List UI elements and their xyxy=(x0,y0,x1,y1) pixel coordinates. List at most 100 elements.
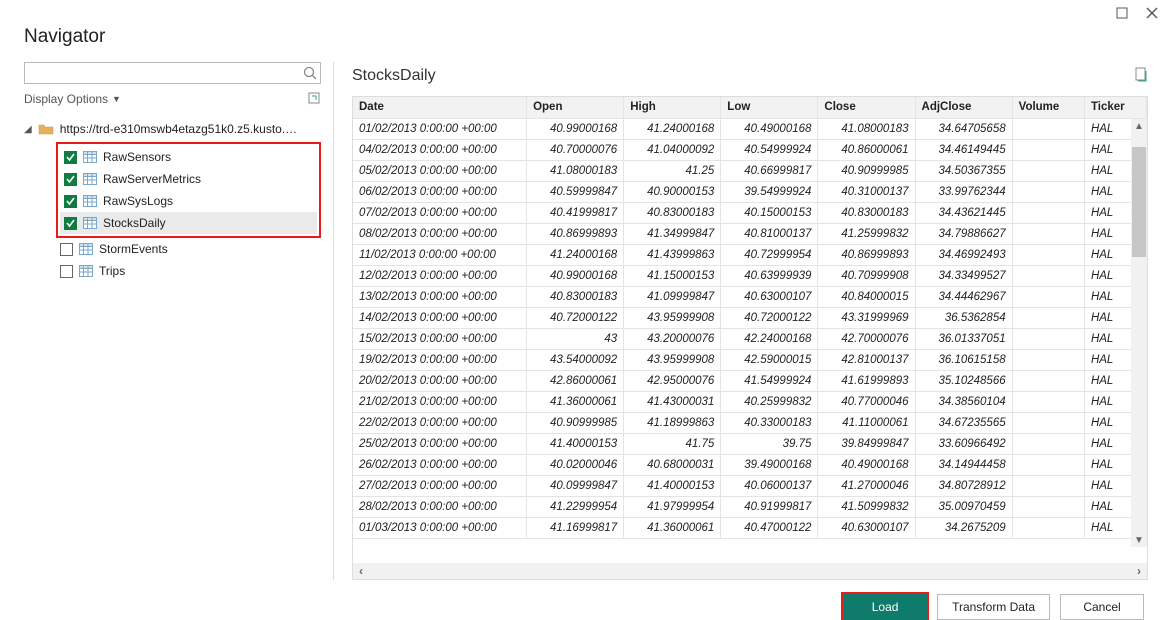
table-row[interactable]: 12/02/2013 0:00:00 +00:0040.9900016841.1… xyxy=(353,265,1147,286)
cell-adjclose: 35.10248566 xyxy=(915,370,1012,391)
cell-date: 27/02/2013 0:00:00 +00:00 xyxy=(353,475,527,496)
cell-close: 41.08000183 xyxy=(818,118,915,139)
maximize-icon[interactable] xyxy=(1116,7,1128,19)
table-row[interactable]: 01/03/2013 0:00:00 +00:0041.1699981741.3… xyxy=(353,517,1147,538)
column-header[interactable]: High xyxy=(624,97,721,118)
table-item-label: RawSensors xyxy=(103,150,171,164)
table-item-trips[interactable]: Trips xyxy=(56,260,321,282)
transform-data-button[interactable]: Transform Data xyxy=(937,594,1050,620)
column-header[interactable]: Ticker xyxy=(1084,97,1146,118)
search-input[interactable] xyxy=(24,62,321,84)
cell-open: 40.99000168 xyxy=(527,118,624,139)
scroll-up-icon[interactable]: ▲ xyxy=(1134,119,1144,133)
cell-volume xyxy=(1012,391,1084,412)
table-row[interactable]: 19/02/2013 0:00:00 +00:0043.5400009243.9… xyxy=(353,349,1147,370)
load-button[interactable]: Load xyxy=(843,594,927,620)
cell-low: 40.63999939 xyxy=(721,265,818,286)
checkbox-icon[interactable] xyxy=(60,243,73,256)
column-header[interactable]: Date xyxy=(353,97,527,118)
table-row[interactable]: 06/02/2013 0:00:00 +00:0040.5999984740.9… xyxy=(353,181,1147,202)
table-row[interactable]: 20/02/2013 0:00:00 +00:0042.8600006142.9… xyxy=(353,370,1147,391)
table-row[interactable]: 14/02/2013 0:00:00 +00:0040.7200012243.9… xyxy=(353,307,1147,328)
cell-date: 06/02/2013 0:00:00 +00:00 xyxy=(353,181,527,202)
cell-volume xyxy=(1012,433,1084,454)
table-row[interactable]: 28/02/2013 0:00:00 +00:0041.2299995441.9… xyxy=(353,496,1147,517)
cell-open: 41.40000153 xyxy=(527,433,624,454)
export-icon[interactable] xyxy=(1134,67,1148,86)
table-row[interactable]: 15/02/2013 0:00:00 +00:004343.2000007642… xyxy=(353,328,1147,349)
cell-date: 20/02/2013 0:00:00 +00:00 xyxy=(353,370,527,391)
cell-open: 41.24000168 xyxy=(527,244,624,265)
cell-open: 42.86000061 xyxy=(527,370,624,391)
cell-volume xyxy=(1012,181,1084,202)
search-icon[interactable] xyxy=(303,66,317,83)
cell-low: 40.33000183 xyxy=(721,412,818,433)
column-header[interactable]: Low xyxy=(721,97,818,118)
cell-high: 43.95999908 xyxy=(624,307,721,328)
table-row[interactable]: 25/02/2013 0:00:00 +00:0041.4000015341.7… xyxy=(353,433,1147,454)
cell-adjclose: 34.50367355 xyxy=(915,160,1012,181)
column-header[interactable]: Volume xyxy=(1012,97,1084,118)
cell-adjclose: 34.64705658 xyxy=(915,118,1012,139)
preview-pane: StocksDaily DateOpenHighLowCloseAdjClose… xyxy=(334,62,1148,580)
scroll-left-icon[interactable]: ‹ xyxy=(355,564,367,578)
cell-date: 04/02/2013 0:00:00 +00:00 xyxy=(353,139,527,160)
cell-date: 28/02/2013 0:00:00 +00:00 xyxy=(353,496,527,517)
table-row[interactable]: 07/02/2013 0:00:00 +00:0040.4199981740.8… xyxy=(353,202,1147,223)
table-row[interactable]: 05/02/2013 0:00:00 +00:0041.0800018341.2… xyxy=(353,160,1147,181)
vertical-scrollbar[interactable]: ▲ ▼ xyxy=(1131,119,1147,547)
table-item-rawservermetrics[interactable]: RawServerMetrics xyxy=(60,168,317,190)
table-row[interactable]: 11/02/2013 0:00:00 +00:0041.2400016841.4… xyxy=(353,244,1147,265)
checkbox-checked-icon[interactable] xyxy=(64,195,77,208)
cell-date: 05/02/2013 0:00:00 +00:00 xyxy=(353,160,527,181)
table-item-stocksdaily[interactable]: StocksDaily xyxy=(60,212,317,234)
refresh-icon[interactable] xyxy=(307,91,321,108)
table-row[interactable]: 04/02/2013 0:00:00 +00:0040.7000007641.0… xyxy=(353,139,1147,160)
preview-title: StocksDaily xyxy=(352,67,436,85)
cell-low: 39.54999924 xyxy=(721,181,818,202)
cell-volume xyxy=(1012,370,1084,391)
display-options-dropdown[interactable]: Display Options ▼ xyxy=(24,92,121,106)
checkbox-checked-icon[interactable] xyxy=(64,151,77,164)
navigator-tree-pane: Display Options ▼ ◢ https://trd-e310mswb… xyxy=(24,62,334,580)
cell-close: 40.49000168 xyxy=(818,454,915,475)
scroll-right-icon[interactable]: › xyxy=(1133,564,1145,578)
cell-close: 42.70000076 xyxy=(818,328,915,349)
cell-adjclose: 34.33499527 xyxy=(915,265,1012,286)
dialog-footer: Load Transform Data Cancel xyxy=(0,580,1166,620)
table-row[interactable]: 08/02/2013 0:00:00 +00:0040.8699989341.3… xyxy=(353,223,1147,244)
table-item-rawsensors[interactable]: RawSensors xyxy=(60,146,317,168)
cell-high: 41.40000153 xyxy=(624,475,721,496)
column-header[interactable]: AdjClose xyxy=(915,97,1012,118)
column-header[interactable]: Close xyxy=(818,97,915,118)
database-node[interactable]: ◢ https://trd-e310mswb4etazg51k0.z5.kust… xyxy=(24,118,321,140)
table-row[interactable]: 27/02/2013 0:00:00 +00:0040.0999984741.4… xyxy=(353,475,1147,496)
horizontal-scrollbar[interactable]: ‹ › xyxy=(353,563,1147,579)
cell-close: 41.25999832 xyxy=(818,223,915,244)
checkbox-checked-icon[interactable] xyxy=(64,217,77,230)
cell-open: 40.90999985 xyxy=(527,412,624,433)
table-row[interactable]: 01/02/2013 0:00:00 +00:0040.9900016841.2… xyxy=(353,118,1147,139)
cell-volume xyxy=(1012,412,1084,433)
table-row[interactable]: 13/02/2013 0:00:00 +00:0040.8300018341.0… xyxy=(353,286,1147,307)
table-row[interactable]: 21/02/2013 0:00:00 +00:0041.3600006141.4… xyxy=(353,391,1147,412)
cell-close: 42.81000137 xyxy=(818,349,915,370)
table-item-stormevents[interactable]: StormEvents xyxy=(56,238,321,260)
table-row[interactable]: 22/02/2013 0:00:00 +00:0040.9099998541.1… xyxy=(353,412,1147,433)
cancel-button[interactable]: Cancel xyxy=(1060,594,1144,620)
cell-date: 22/02/2013 0:00:00 +00:00 xyxy=(353,412,527,433)
cell-open: 41.16999817 xyxy=(527,517,624,538)
cell-low: 42.24000168 xyxy=(721,328,818,349)
table-row[interactable]: 26/02/2013 0:00:00 +00:0040.0200004640.6… xyxy=(353,454,1147,475)
scroll-thumb[interactable] xyxy=(1132,147,1146,257)
scroll-down-icon[interactable]: ▼ xyxy=(1134,533,1144,547)
checkbox-icon[interactable] xyxy=(60,265,73,278)
table-item-rawsyslogs[interactable]: RawSysLogs xyxy=(60,190,317,212)
checkbox-checked-icon[interactable] xyxy=(64,173,77,186)
close-icon[interactable] xyxy=(1146,7,1158,19)
cell-low: 40.15000153 xyxy=(721,202,818,223)
window-controls xyxy=(0,0,1166,26)
cell-low: 40.72999954 xyxy=(721,244,818,265)
cell-low: 40.49000168 xyxy=(721,118,818,139)
column-header[interactable]: Open xyxy=(527,97,624,118)
